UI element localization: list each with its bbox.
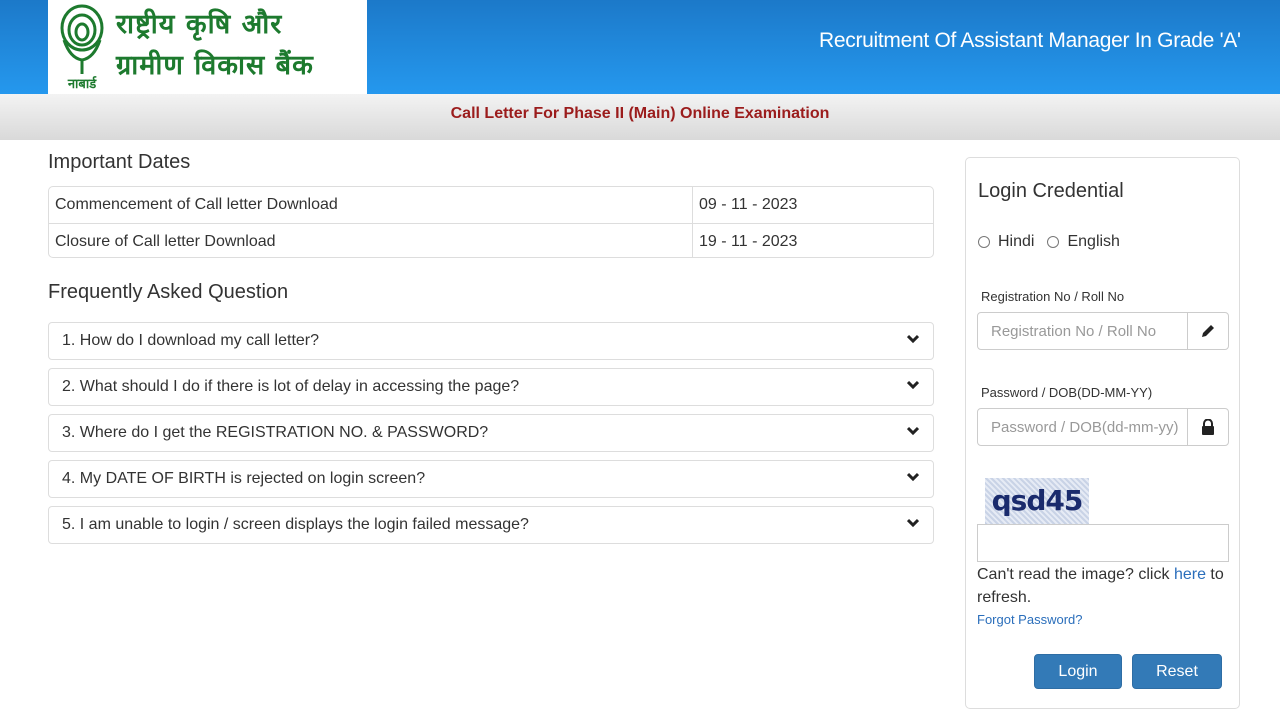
- password-label: Password / DOB(DD-MM-YY): [981, 385, 1153, 400]
- registration-label: Registration No / Roll No: [981, 289, 1125, 304]
- radio-label-english[interactable]: English: [1067, 233, 1119, 251]
- chevron-down-icon: [907, 334, 919, 344]
- page-title: Recruitment Of Assistant Manager In Grad…: [819, 29, 1241, 52]
- faq-item-1[interactable]: 1. How do I download my call letter?: [48, 322, 934, 360]
- sub-header-title: Call Letter For Phase II (Main) Online E…: [450, 105, 830, 122]
- faq-item-2[interactable]: 2. What should I do if there is lot of d…: [48, 368, 934, 406]
- language-selector: Hindi English: [978, 233, 1133, 251]
- faq-question: 4. My DATE OF BIRTH is rejected on login…: [62, 470, 426, 487]
- date-label: Closure of Call letter Download: [49, 224, 693, 257]
- date-value: 09 - 11 - 2023: [699, 196, 798, 213]
- pencil-icon: [1187, 313, 1228, 349]
- password-input-group: [977, 408, 1229, 446]
- table-row: Commencement of Call letter Download 09 …: [49, 187, 933, 223]
- faq-item-4[interactable]: 4. My DATE OF BIRTH is rejected on login…: [48, 460, 934, 498]
- date-label: Commencement of Call letter Download: [49, 187, 693, 223]
- faq-question: 3. Where do I get the REGISTRATION NO. &…: [62, 424, 489, 441]
- logo-text-line2: ग्रामीण विकास बैंक: [116, 50, 314, 81]
- chevron-down-icon: [907, 518, 919, 528]
- logo-text-line1: राष्ट्रीय कृषि और: [116, 9, 283, 40]
- registration-input-group: [977, 312, 1229, 350]
- faq-item-5[interactable]: 5. I am unable to login / screen display…: [48, 506, 934, 544]
- nabard-logo: नाबार्ड राष्ट्रीय कृषि और ग्रामीण विकास …: [48, 0, 367, 94]
- reset-button[interactable]: Reset: [1132, 654, 1222, 689]
- logo-caption: नाबार्ड: [67, 76, 97, 92]
- chevron-down-icon: [907, 380, 919, 390]
- forgot-password-link[interactable]: Forgot Password?: [977, 612, 1083, 627]
- faq-question: 2. What should I do if there is lot of d…: [62, 378, 520, 395]
- faq-question: 5. I am unable to login / screen display…: [62, 516, 529, 533]
- logo-text: राष्ट्रीय कृषि और ग्रामीण विकास बैंक: [116, 4, 314, 86]
- radio-hindi[interactable]: [978, 236, 990, 248]
- chevron-down-icon: [907, 472, 919, 482]
- captcha-input[interactable]: [977, 524, 1229, 562]
- lock-icon: [1187, 409, 1228, 445]
- important-dates-heading: Important Dates: [48, 151, 191, 173]
- login-button[interactable]: Login: [1034, 654, 1122, 689]
- captcha-image: qsd45: [985, 478, 1089, 524]
- table-row: Closure of Call letter Download 19 - 11 …: [49, 223, 933, 257]
- chevron-down-icon: [907, 426, 919, 436]
- site-header: नाबार्ड राष्ट्रीय कृषि और ग्रामीण विकास …: [0, 0, 1280, 94]
- registration-input[interactable]: [978, 313, 1187, 349]
- radio-english[interactable]: [1047, 236, 1060, 248]
- captcha-refresh-link[interactable]: here: [1174, 566, 1206, 583]
- nabard-emblem-icon: नाबार्ड: [60, 4, 104, 92]
- password-input[interactable]: [978, 409, 1187, 445]
- refresh-prefix: Can't read the image? click: [977, 566, 1174, 583]
- login-panel: Login Credential Hindi English Registrat…: [965, 157, 1240, 709]
- login-panel-title: Login Credential: [978, 180, 1124, 202]
- sub-header-bar: Call Letter For Phase II (Main) Online E…: [0, 94, 1280, 140]
- faq-heading: Frequently Asked Question: [48, 281, 289, 303]
- faq-item-3[interactable]: 3. Where do I get the REGISTRATION NO. &…: [48, 414, 934, 452]
- date-value: 19 - 11 - 2023: [699, 233, 798, 250]
- important-dates-table: Commencement of Call letter Download 09 …: [48, 186, 934, 258]
- captcha-refresh-text: Can't read the image? click here to refr…: [977, 563, 1227, 609]
- radio-label-hindi[interactable]: Hindi: [998, 233, 1034, 251]
- faq-question: 1. How do I download my call letter?: [62, 332, 320, 349]
